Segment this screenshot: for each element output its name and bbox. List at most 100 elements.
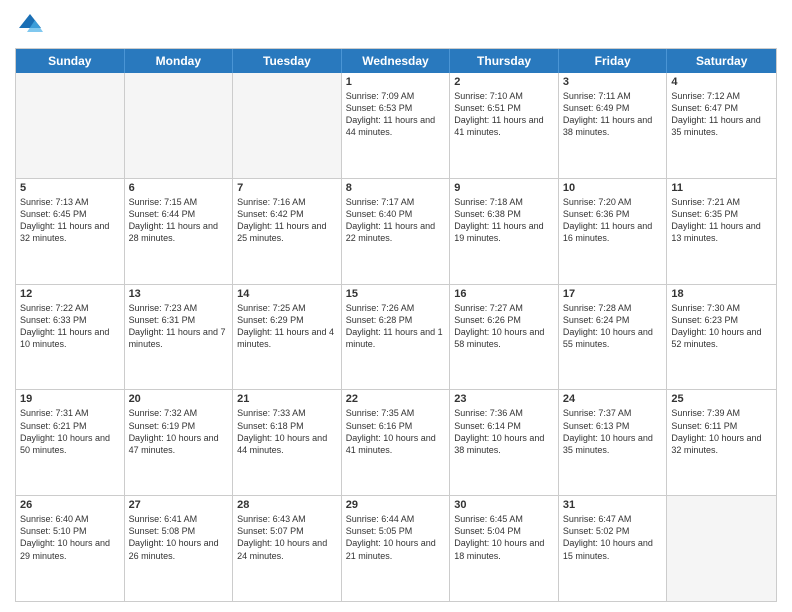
day-cell-25: 25 Sunrise: 7:39 AMSunset: 6:11 PMDayligh… xyxy=(667,390,776,495)
day-header-sunday: Sunday xyxy=(16,49,125,73)
day-number: 3 xyxy=(563,76,663,88)
day-number: 23 xyxy=(454,393,554,405)
calendar-body: 1 Sunrise: 7:09 AMSunset: 6:53 PMDaylight… xyxy=(16,73,776,601)
day-info: Sunrise: 7:13 AMSunset: 6:45 PMDaylight:… xyxy=(20,196,120,245)
day-header-saturday: Saturday xyxy=(667,49,776,73)
day-cell-15: 15 Sunrise: 7:26 AMSunset: 6:28 PMDayligh… xyxy=(342,285,451,390)
day-number: 11 xyxy=(671,182,772,194)
day-info: Sunrise: 7:30 AMSunset: 6:23 PMDaylight:… xyxy=(671,302,772,351)
day-info: Sunrise: 6:41 AMSunset: 5:08 PMDaylight:… xyxy=(129,513,229,562)
day-cell-24: 24 Sunrise: 7:37 AMSunset: 6:13 PMDayligh… xyxy=(559,390,668,495)
day-number: 8 xyxy=(346,182,446,194)
logo-icon xyxy=(15,10,45,40)
day-number: 24 xyxy=(563,393,663,405)
day-cell-31: 31 Sunrise: 6:47 AMSunset: 5:02 PMDayligh… xyxy=(559,496,668,601)
day-cell-19: 19Sunrise: 7:31 AMSunset: 6:21 PMDayligh… xyxy=(16,390,125,495)
day-info: Sunrise: 7:09 AMSunset: 6:53 PMDaylight:… xyxy=(346,90,446,139)
day-info: Sunrise: 7:32 AMSunset: 6:19 PMDaylight:… xyxy=(129,407,229,456)
day-info: Sunrise: 7:22 AMSunset: 6:33 PMDaylight:… xyxy=(20,302,120,351)
day-number: 6 xyxy=(129,182,229,194)
day-info: Sunrise: 7:36 AMSunset: 6:14 PMDaylight:… xyxy=(454,407,554,456)
day-info: Sunrise: 7:35 AMSunset: 6:16 PMDaylight:… xyxy=(346,407,446,456)
day-cell-7: 7 Sunrise: 7:16 AMSunset: 6:42 PMDaylight… xyxy=(233,179,342,284)
day-number: 17 xyxy=(563,288,663,300)
day-info: Sunrise: 7:21 AMSunset: 6:35 PMDaylight:… xyxy=(671,196,772,245)
calendar: SundayMondayTuesdayWednesdayThursdayFrid… xyxy=(15,48,777,602)
day-cell-5: 5 Sunrise: 7:13 AMSunset: 6:45 PMDaylight… xyxy=(16,179,125,284)
day-info: Sunrise: 7:16 AMSunset: 6:42 PMDaylight:… xyxy=(237,196,337,245)
day-number: 27 xyxy=(129,499,229,511)
day-header-tuesday: Tuesday xyxy=(233,49,342,73)
day-info: Sunrise: 6:47 AMSunset: 5:02 PMDaylight:… xyxy=(563,513,663,562)
page: SundayMondayTuesdayWednesdayThursdayFrid… xyxy=(0,0,792,612)
empty-cell xyxy=(667,496,776,601)
day-number: 26 xyxy=(20,499,120,511)
header xyxy=(15,10,777,40)
day-number: 7 xyxy=(237,182,337,194)
day-info: Sunrise: 7:15 AMSunset: 6:44 PMDaylight:… xyxy=(129,196,229,245)
empty-cell xyxy=(16,73,125,178)
day-number: 29 xyxy=(346,499,446,511)
calendar-row-1: 5 Sunrise: 7:13 AMSunset: 6:45 PMDaylight… xyxy=(16,178,776,284)
empty-cell xyxy=(233,73,342,178)
day-cell-11: 11 Sunrise: 7:21 AMSunset: 6:35 PMDayligh… xyxy=(667,179,776,284)
day-header-monday: Monday xyxy=(125,49,234,73)
day-cell-29: 29 Sunrise: 6:44 AMSunset: 5:05 PMDayligh… xyxy=(342,496,451,601)
day-number: 4 xyxy=(671,76,772,88)
day-info: Sunrise: 7:12 AMSunset: 6:47 PMDaylight:… xyxy=(671,90,772,139)
day-header-wednesday: Wednesday xyxy=(342,49,451,73)
day-cell-6: 6 Sunrise: 7:15 AMSunset: 6:44 PMDaylight… xyxy=(125,179,234,284)
day-cell-26: 26Sunrise: 6:40 AMSunset: 5:10 PMDayligh… xyxy=(16,496,125,601)
day-cell-21: 21 Sunrise: 7:33 AMSunset: 6:18 PMDayligh… xyxy=(233,390,342,495)
day-info: Sunrise: 7:25 AMSunset: 6:29 PMDaylight:… xyxy=(237,302,337,351)
day-number: 30 xyxy=(454,499,554,511)
day-info: Sunrise: 7:33 AMSunset: 6:18 PMDaylight:… xyxy=(237,407,337,456)
day-number: 12 xyxy=(20,288,120,300)
day-info: Sunrise: 6:43 AMSunset: 5:07 PMDaylight:… xyxy=(237,513,337,562)
day-number: 25 xyxy=(671,393,772,405)
day-cell-4: 4 Sunrise: 7:12 AMSunset: 6:47 PMDaylight… xyxy=(667,73,776,178)
day-cell-30: 30 Sunrise: 6:45 AMSunset: 5:04 PMDayligh… xyxy=(450,496,559,601)
day-cell-10: 10 Sunrise: 7:20 AMSunset: 6:36 PMDayligh… xyxy=(559,179,668,284)
day-cell-2: 2 Sunrise: 7:10 AMSunset: 6:51 PMDaylight… xyxy=(450,73,559,178)
day-info: Sunrise: 7:18 AMSunset: 6:38 PMDaylight:… xyxy=(454,196,554,245)
day-cell-27: 27 Sunrise: 6:41 AMSunset: 5:08 PMDayligh… xyxy=(125,496,234,601)
day-cell-8: 8 Sunrise: 7:17 AMSunset: 6:40 PMDaylight… xyxy=(342,179,451,284)
calendar-row-2: 12 Sunrise: 7:22 AMSunset: 6:33 PMDayligh… xyxy=(16,284,776,390)
day-info: Sunrise: 7:17 AMSunset: 6:40 PMDaylight:… xyxy=(346,196,446,245)
day-number: 1 xyxy=(346,76,446,88)
day-cell-17: 17 Sunrise: 7:28 AMSunset: 6:24 PMDayligh… xyxy=(559,285,668,390)
day-number: 21 xyxy=(237,393,337,405)
day-number: 10 xyxy=(563,182,663,194)
calendar-row-3: 19Sunrise: 7:31 AMSunset: 6:21 PMDayligh… xyxy=(16,389,776,495)
day-cell-9: 9 Sunrise: 7:18 AMSunset: 6:38 PMDaylight… xyxy=(450,179,559,284)
day-number: 22 xyxy=(346,393,446,405)
day-number: 18 xyxy=(671,288,772,300)
day-cell-12: 12 Sunrise: 7:22 AMSunset: 6:33 PMDayligh… xyxy=(16,285,125,390)
day-number: 5 xyxy=(20,182,120,194)
day-number: 20 xyxy=(129,393,229,405)
day-info: Sunrise: 7:37 AMSunset: 6:13 PMDaylight:… xyxy=(563,407,663,456)
day-cell-14: 14Sunrise: 7:25 AMSunset: 6:29 PMDayligh… xyxy=(233,285,342,390)
calendar-header: SundayMondayTuesdayWednesdayThursdayFrid… xyxy=(16,49,776,73)
day-info: Sunrise: 6:44 AMSunset: 5:05 PMDaylight:… xyxy=(346,513,446,562)
day-cell-13: 13Sunrise: 7:23 AMSunset: 6:31 PMDayligh… xyxy=(125,285,234,390)
day-number: 9 xyxy=(454,182,554,194)
day-info: Sunrise: 6:45 AMSunset: 5:04 PMDaylight:… xyxy=(454,513,554,562)
day-number: 31 xyxy=(563,499,663,511)
day-number: 15 xyxy=(346,288,446,300)
calendar-row-0: 1 Sunrise: 7:09 AMSunset: 6:53 PMDaylight… xyxy=(16,73,776,178)
day-header-thursday: Thursday xyxy=(450,49,559,73)
day-info: Sunrise: 7:28 AMSunset: 6:24 PMDaylight:… xyxy=(563,302,663,351)
day-info: Sunrise: 7:11 AMSunset: 6:49 PMDaylight:… xyxy=(563,90,663,139)
day-cell-22: 22 Sunrise: 7:35 AMSunset: 6:16 PMDayligh… xyxy=(342,390,451,495)
day-info: Sunrise: 7:23 AMSunset: 6:31 PMDaylight:… xyxy=(129,302,229,351)
day-info: Sunrise: 7:39 AMSunset: 6:11 PMDaylight:… xyxy=(671,407,772,456)
day-number: 2 xyxy=(454,76,554,88)
logo xyxy=(15,10,49,40)
calendar-row-4: 26Sunrise: 6:40 AMSunset: 5:10 PMDayligh… xyxy=(16,495,776,601)
day-info: Sunrise: 7:26 AMSunset: 6:28 PMDaylight:… xyxy=(346,302,446,351)
day-info: Sunrise: 7:10 AMSunset: 6:51 PMDaylight:… xyxy=(454,90,554,139)
day-info: Sunrise: 7:31 AMSunset: 6:21 PMDaylight:… xyxy=(20,407,120,456)
day-info: Sunrise: 7:20 AMSunset: 6:36 PMDaylight:… xyxy=(563,196,663,245)
